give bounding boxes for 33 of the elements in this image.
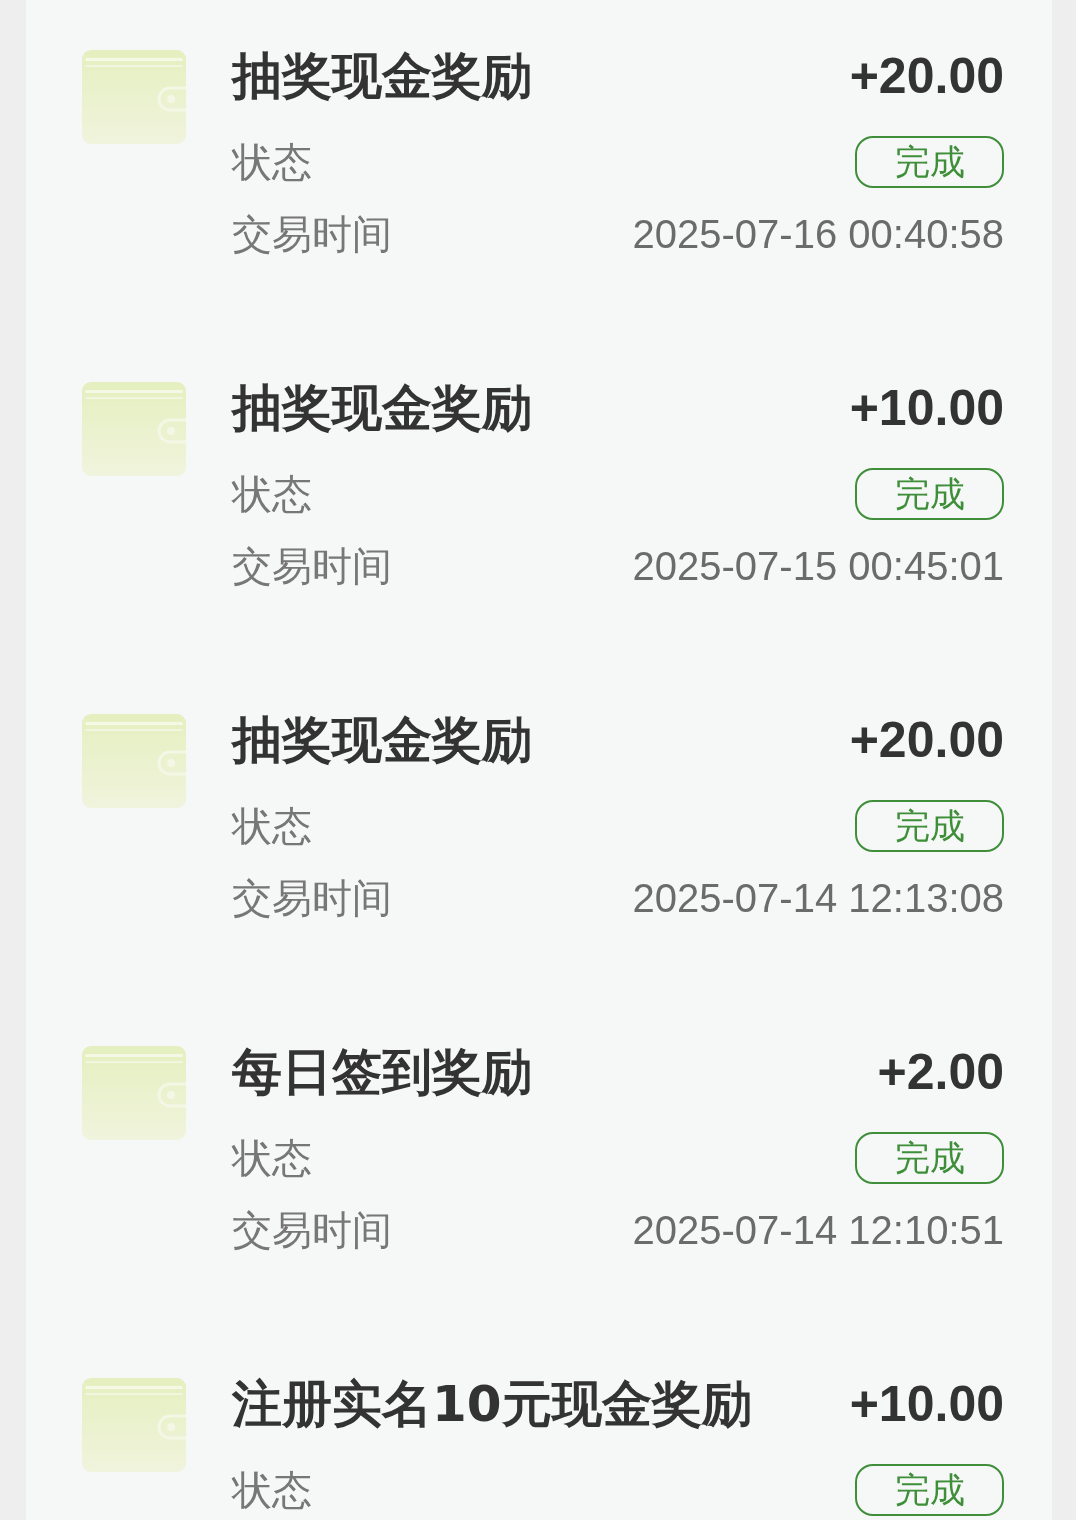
- wallet-icon: [82, 714, 186, 808]
- status-label: 状态: [232, 1467, 312, 1513]
- status-badge: 完成: [855, 468, 1004, 520]
- transaction-title: 每日签到奖励: [232, 1046, 532, 1098]
- wallet-icon: [82, 1046, 186, 1140]
- amount: +20.00: [849, 714, 1004, 766]
- transaction-title: 抽奖现金奖励: [232, 50, 532, 102]
- transaction-title: 抽奖现金奖励: [232, 714, 532, 766]
- status-label: 状态: [232, 1135, 312, 1181]
- status-label: 状态: [232, 471, 312, 517]
- transaction-time: 2025-07-16 00:40:58: [632, 211, 1004, 257]
- time-label: 交易时间: [232, 211, 392, 257]
- time-label: 交易时间: [232, 875, 392, 921]
- amount: +20.00: [849, 50, 1004, 102]
- status-badge: 完成: [855, 800, 1004, 852]
- wallet-icon: [82, 382, 186, 476]
- status-badge: 完成: [855, 136, 1004, 188]
- amount: +10.00: [849, 382, 1004, 434]
- transaction-time: 2025-07-14 12:13:08: [632, 875, 1004, 921]
- amount: +10.00: [849, 1378, 1004, 1430]
- status-badge: 完成: [855, 1464, 1004, 1516]
- transaction-title: 注册实名10元现金奖励: [232, 1378, 752, 1430]
- status-label: 状态: [232, 139, 312, 185]
- status-label: 状态: [232, 803, 312, 849]
- time-label: 交易时间: [232, 543, 392, 589]
- transaction-time: 2025-07-14 12:10:51: [632, 1207, 1004, 1253]
- transaction-title: 抽奖现金奖励: [232, 382, 532, 434]
- status-badge: 完成: [855, 1132, 1004, 1184]
- time-label: 交易时间: [232, 1207, 392, 1253]
- amount: +2.00: [877, 1046, 1004, 1098]
- wallet-icon: [82, 50, 186, 144]
- transaction-time: 2025-07-15 00:45:01: [632, 543, 1004, 589]
- wallet-icon: [82, 1378, 186, 1472]
